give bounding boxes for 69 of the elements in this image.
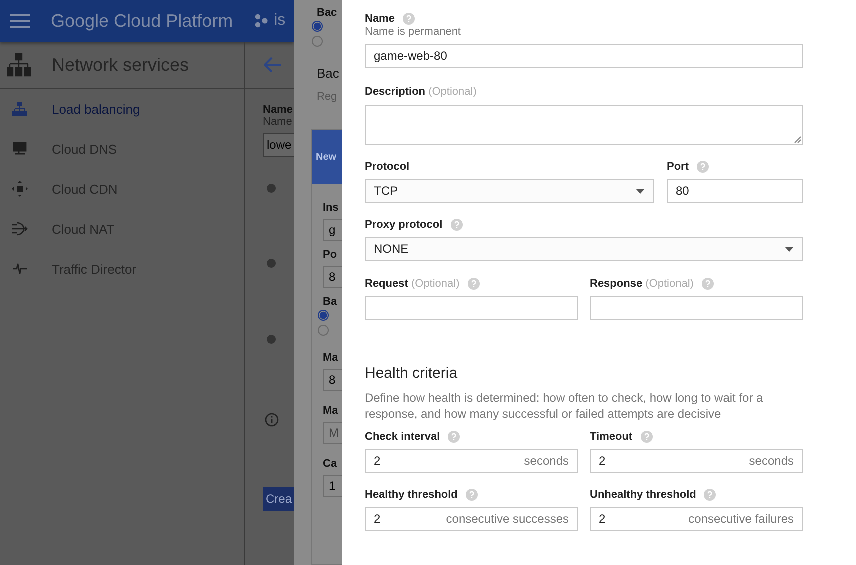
radio-button[interactable] [312,21,323,32]
help-icon[interactable] [640,431,653,443]
project-name[interactable]: is [274,12,286,30]
number-input[interactable]: 2 consecutive failures [590,507,803,531]
help-icon[interactable] [704,489,716,501]
dropdown-caret-icon [785,246,794,252]
menu-icon[interactable] [10,14,30,28]
field-label: Description (Optional) [365,86,477,98]
field-label: Name [365,13,395,25]
port-input[interactable]: 80 [667,179,803,203]
radio-button[interactable] [318,310,329,321]
help-icon[interactable] [466,489,478,501]
field-hint: Name is permanent [365,26,462,38]
dropdown-caret-icon [636,188,645,194]
field-label: Ca [323,458,338,470]
field-label: Name [263,104,293,116]
field-label: Check interval [365,431,440,443]
diamond-arrows-icon [12,181,28,197]
merge-arrows-icon [12,222,28,236]
field-label: Timeout [590,431,633,443]
radio-button[interactable] [318,325,329,336]
field-label: Proxy protocol [365,219,443,231]
number-input[interactable]: 2 consecutive successes [365,507,578,531]
info-icon [265,413,279,427]
network-tree-icon [7,53,31,77]
help-icon[interactable] [702,278,714,290]
section-title: Bac [317,66,340,81]
response-input[interactable] [590,296,803,320]
back-arrow-icon[interactable] [264,57,282,73]
field-label: Ma [323,405,338,417]
field-label: Unhealthy threshold [590,489,696,501]
field-label: Ba [323,296,338,308]
field-label: Po [323,249,338,261]
name-input[interactable]: lowe [263,133,294,157]
field-hint: Name [263,116,292,128]
section-title: Health criteria [365,365,459,382]
help-icon[interactable] [697,161,709,173]
field-label: Port [667,161,689,173]
hierarchy-icon [12,102,28,116]
step-dot-icon [267,259,276,268]
protocol-select[interactable]: TCP [365,179,654,203]
help-icon[interactable] [450,219,463,231]
request-input[interactable] [365,296,578,320]
description-textarea[interactable] [365,105,803,145]
step-dot-icon [267,184,276,193]
help-icon[interactable] [448,431,460,443]
field-label: Bac [317,7,338,19]
section-description: Define how health is determined: how often to check, how long to wait for a response, and how many successful or failed attempts are decisive [365,390,764,422]
field-label: Ins [323,202,339,214]
card-header: New [312,130,342,184]
help-icon[interactable] [402,13,415,25]
radio-button[interactable] [312,36,323,47]
number-input[interactable]: 2 seconds [590,449,803,473]
resize-grip-icon[interactable] [794,136,801,143]
field-label: Ma [323,352,338,364]
field-label: Protocol [365,161,410,173]
create-button[interactable]: Crea [263,487,294,511]
field-label: Request (Optional) [365,278,460,290]
project-dots-icon[interactable] [255,14,270,28]
step-dot-icon [267,335,276,344]
field-label: Healthy threshold [365,489,458,501]
number-input[interactable]: 2 seconds [365,449,578,473]
pulse-icon [12,262,28,276]
help-icon[interactable] [468,278,480,290]
monitor-icon [12,142,28,156]
name-input[interactable]: game-web-80 [365,44,803,68]
field-label: Response (Optional) [590,278,694,290]
product-title: Google Cloud Platform [51,10,234,32]
proxy-protocol-select[interactable]: NONE [365,237,803,261]
